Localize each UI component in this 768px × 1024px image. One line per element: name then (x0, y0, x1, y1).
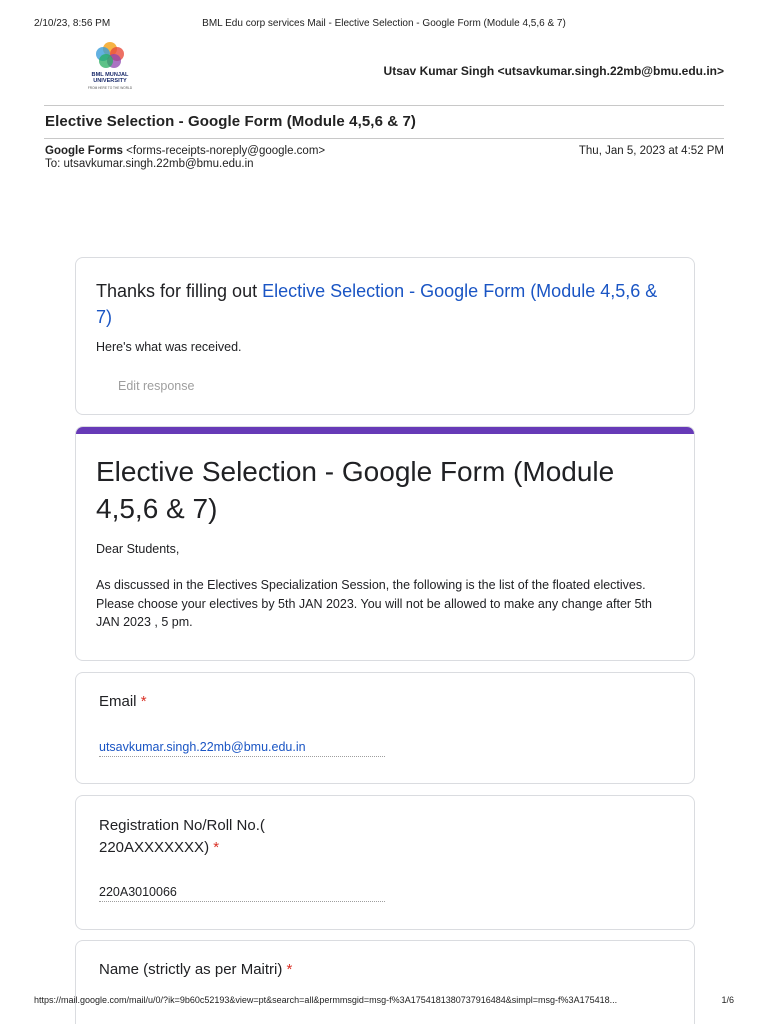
logo-tagline: FROM HERE TO THE WORLD (87, 86, 133, 90)
thanks-subtitle: Here's what was received. (96, 340, 242, 354)
email-subject: Elective Selection - Google Form (Module… (45, 113, 417, 130)
email-sender: Google Forms <forms-receipts-noreply@goo… (45, 145, 325, 157)
form-greeting: Dear Students, (96, 542, 180, 556)
thanks-card: Thanks for filling out Elective Selectio… (75, 257, 695, 415)
form-title: Elective Selection - Google Form (Module… (96, 456, 615, 524)
divider (44, 105, 724, 106)
print-url: https://mail.google.com/mail/u/0/?ik=9b6… (34, 995, 618, 1005)
question-label: Registration No/Roll No.( 220AXXXXXXX) * (99, 817, 265, 856)
form-header-card: Elective Selection - Google Form (Module… (75, 426, 695, 661)
question-label: Email * (99, 693, 147, 710)
question-card-email: Email * utsavkumar.singh.22mb@bmu.edu.in (75, 672, 695, 784)
question-label: Name (strictly as per Maitri) * (99, 961, 293, 978)
print-page-title: BML Edu corp services Mail - Elective Se… (202, 18, 566, 29)
page-number: 1/6 (721, 995, 734, 1005)
question-card-registration: Registration No/Roll No.( 220AXXXXXXX) *… (75, 795, 695, 930)
account-name: Utsav Kumar Singh <utsavkumar.singh.22mb… (383, 64, 724, 78)
university-logo: BML MUNJAL UNIVERSITY FROM HERE TO THE W… (80, 40, 140, 96)
answer-email[interactable]: utsavkumar.singh.22mb@bmu.edu.in (99, 740, 385, 757)
answer-registration: 220A3010066 (99, 885, 385, 902)
sender-address: <forms-receipts-noreply@google.com> (126, 145, 326, 157)
email-recipient: To: utsavkumar.singh.22mb@bmu.edu.in (45, 158, 254, 170)
form-description: As discussed in the Electives Specializa… (96, 578, 652, 629)
question-card-name: Name (strictly as per Maitri) * (75, 940, 695, 1024)
edit-response-button[interactable]: Edit response (118, 379, 194, 393)
thanks-heading: Thanks for filling out Elective Selectio… (96, 281, 658, 327)
print-footer: https://mail.google.com/mail/u/0/?ik=9b6… (0, 995, 768, 1009)
logo-name: BML MUNJAL UNIVERSITY (91, 72, 129, 84)
required-marker: * (213, 839, 220, 856)
email-date: Thu, Jan 5, 2023 at 4:52 PM (578, 145, 724, 157)
divider (44, 138, 724, 139)
form-accent-bar (76, 427, 694, 434)
logo-flower-icon (96, 42, 124, 68)
sender-name: Google Forms (45, 145, 123, 157)
required-marker: * (286, 961, 293, 978)
required-marker: * (140, 693, 147, 710)
